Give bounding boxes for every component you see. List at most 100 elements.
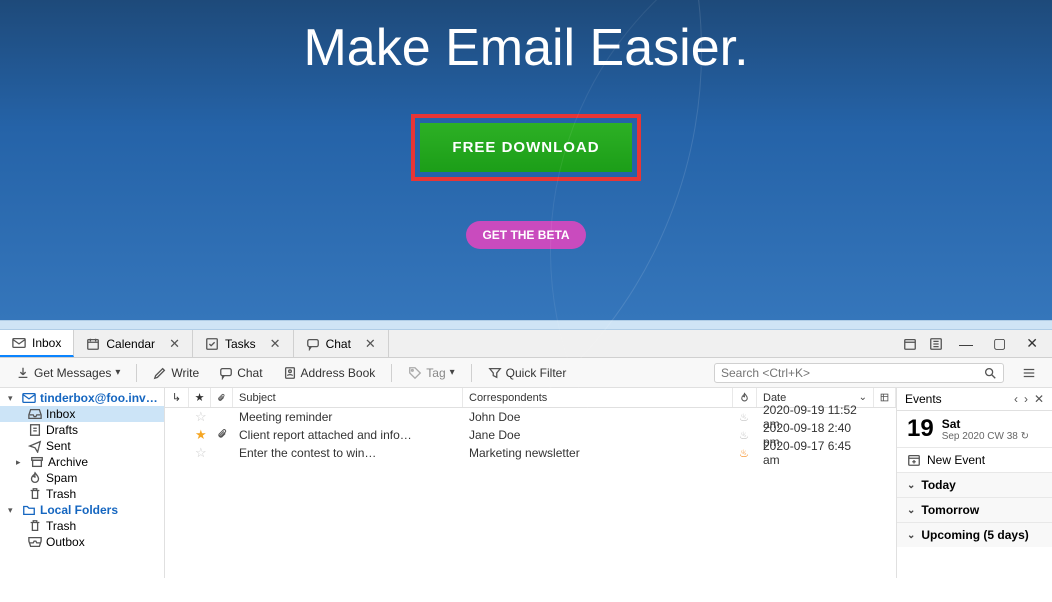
tasks-mini-icon[interactable]: [929, 337, 943, 351]
chevron-down-icon: ⌄: [907, 480, 915, 491]
folder-tree: ▾ tinderbox@foo.invalid Inbox Drafts Sen…: [0, 388, 165, 578]
tree-sent[interactable]: Sent: [0, 438, 164, 454]
address-book-icon: [283, 366, 297, 380]
flame-icon[interactable]: ♨: [739, 412, 749, 424]
minimize-icon[interactable]: —: [955, 336, 977, 352]
outbox-icon: [28, 535, 42, 549]
folder-icon: [22, 503, 36, 517]
tab-chat[interactable]: Chat ✕: [294, 330, 389, 357]
tree-trash[interactable]: Trash: [0, 486, 164, 502]
download-icon: [16, 366, 30, 380]
prev-icon[interactable]: ‹: [1014, 392, 1018, 406]
message-row[interactable]: ☆ Enter the contest to win… Marketing ne…: [165, 444, 896, 462]
date-block: 19 Sat Sep 2020 CW 38 ↻: [897, 411, 1052, 447]
chat-icon: [306, 337, 320, 351]
col-picker[interactable]: [874, 388, 896, 407]
col-star[interactable]: ★: [189, 388, 211, 407]
tree-drafts[interactable]: Drafts: [0, 422, 164, 438]
tag-icon: [408, 366, 422, 380]
main-area: ▾ tinderbox@foo.invalid Inbox Drafts Sen…: [0, 388, 1052, 578]
flame-icon[interactable]: ♨: [739, 448, 749, 460]
tab-bar: Inbox Calendar ✕ Tasks ✕ Chat ✕ — ▢ ✕: [0, 330, 1052, 358]
hero-title: Make Email Easier.: [303, 18, 748, 78]
search-icon: [983, 366, 997, 380]
inbox-icon: [28, 407, 42, 421]
attachment-icon: [217, 428, 228, 439]
events-section-upcoming[interactable]: ⌄ Upcoming (5 days): [897, 522, 1052, 547]
write-button[interactable]: Write: [145, 363, 207, 383]
free-download-button[interactable]: FREE DOWNLOAD: [415, 118, 636, 177]
events-title: Events: [905, 392, 942, 406]
hero: Make Email Easier. FREE DOWNLOAD GET THE…: [0, 0, 1052, 320]
tab-calendar[interactable]: Calendar ✕: [74, 330, 193, 357]
star-icon[interactable]: ☆: [195, 445, 207, 460]
quick-filter-button[interactable]: Quick Filter: [480, 363, 575, 383]
new-event-button[interactable]: New Event: [897, 447, 1052, 472]
sent-icon: [28, 439, 42, 453]
calendar-plus-icon: [907, 453, 921, 467]
tab-label: Inbox: [32, 336, 61, 350]
calendar-mini-icon[interactable]: [903, 337, 917, 351]
tree-archive[interactable]: ▸ Archive: [0, 454, 164, 470]
tab-tasks[interactable]: Tasks ✕: [193, 330, 294, 357]
trash-icon: [28, 519, 42, 533]
trash-icon: [28, 487, 42, 501]
big-date: 19: [907, 415, 934, 443]
draft-icon: [28, 423, 42, 437]
events-panel: Events ‹ › ✕ 19 Sat Sep 2020 CW 38 ↻ New…: [897, 388, 1052, 578]
tree-local-folders[interactable]: ▾ Local Folders: [0, 502, 164, 518]
chevron-down-icon: ⌄: [907, 505, 915, 516]
tree-account[interactable]: ▾ tinderbox@foo.invalid: [0, 390, 164, 406]
star-icon[interactable]: ☆: [195, 409, 207, 424]
tasks-icon: [205, 337, 219, 351]
tag-button[interactable]: Tag ▾: [400, 363, 462, 383]
menu-button[interactable]: [1014, 363, 1044, 383]
hamburger-icon: [1022, 366, 1036, 380]
tree-spam[interactable]: Spam: [0, 470, 164, 486]
chat-icon: [219, 366, 233, 380]
message-list: ↳ ★ Subject Correspondents Date ⌄ ☆ Meet…: [165, 388, 897, 578]
tree-inbox[interactable]: Inbox: [0, 406, 164, 422]
pencil-icon: [153, 366, 167, 380]
next-icon[interactable]: ›: [1024, 392, 1028, 406]
events-section-today[interactable]: ⌄ Today: [897, 472, 1052, 497]
chevron-down-icon: ▾: [450, 367, 455, 378]
col-subject[interactable]: Subject: [233, 388, 463, 407]
col-thread[interactable]: ↳: [165, 388, 189, 407]
maximize-icon[interactable]: ▢: [989, 335, 1010, 352]
chevron-down-icon: ⌄: [907, 530, 915, 541]
filter-icon: [488, 366, 502, 380]
hero-divider: [0, 320, 1052, 330]
close-icon[interactable]: ✕: [1034, 392, 1044, 406]
tab-inbox[interactable]: Inbox: [0, 330, 74, 357]
mail-icon: [22, 391, 36, 405]
flame-icon[interactable]: ♨: [739, 430, 749, 442]
close-icon[interactable]: ✕: [270, 336, 281, 352]
tree-outbox[interactable]: Outbox: [0, 534, 164, 550]
tab-label: Calendar: [106, 337, 155, 351]
events-section-tomorrow[interactable]: ⌄ Tomorrow: [897, 497, 1052, 522]
flame-icon: [28, 471, 42, 485]
tree-local-trash[interactable]: Trash: [0, 518, 164, 534]
col-attach[interactable]: [211, 388, 233, 407]
chevron-down-icon: ▾: [115, 367, 120, 378]
col-correspondents[interactable]: Correspondents: [463, 388, 733, 407]
calendar-icon: [86, 337, 100, 351]
toolbar: Get Messages ▾ Write Chat Address Book T…: [0, 358, 1052, 388]
star-icon[interactable]: ★: [195, 427, 207, 442]
chat-button[interactable]: Chat: [211, 363, 270, 383]
chevron-down-icon: ▾: [8, 505, 18, 516]
tab-label: Tasks: [225, 337, 256, 351]
close-window-icon[interactable]: ✕: [1022, 335, 1042, 352]
search-box[interactable]: [714, 363, 1004, 383]
archive-icon: [30, 455, 44, 469]
search-input[interactable]: [721, 366, 983, 380]
get-beta-button[interactable]: GET THE BETA: [466, 221, 585, 249]
col-junk[interactable]: [733, 388, 757, 407]
weekday: Sat: [942, 417, 1029, 431]
close-icon[interactable]: ✕: [169, 336, 180, 352]
address-book-button[interactable]: Address Book: [275, 363, 384, 383]
chevron-right-icon: ▸: [16, 457, 26, 468]
get-messages-button[interactable]: Get Messages ▾: [8, 363, 128, 383]
close-icon[interactable]: ✕: [365, 336, 376, 352]
